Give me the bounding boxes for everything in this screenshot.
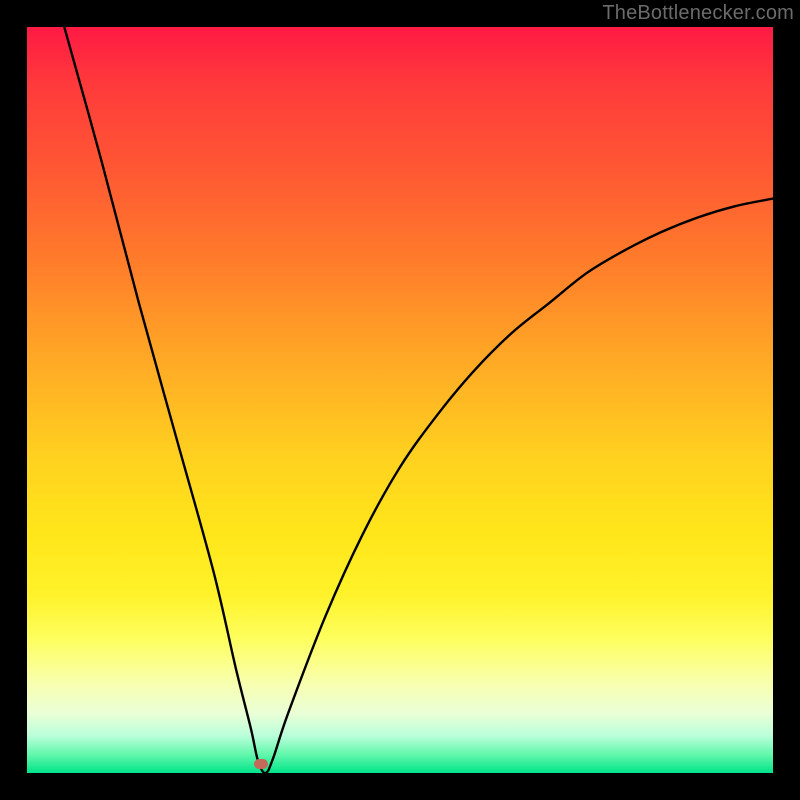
bottleneck-curve [27,27,773,773]
watermark-text: TheBottlenecker.com [602,2,794,25]
optimum-marker [254,759,268,769]
plot-area [27,27,773,773]
chart-frame: TheBottlenecker.com [0,0,800,800]
